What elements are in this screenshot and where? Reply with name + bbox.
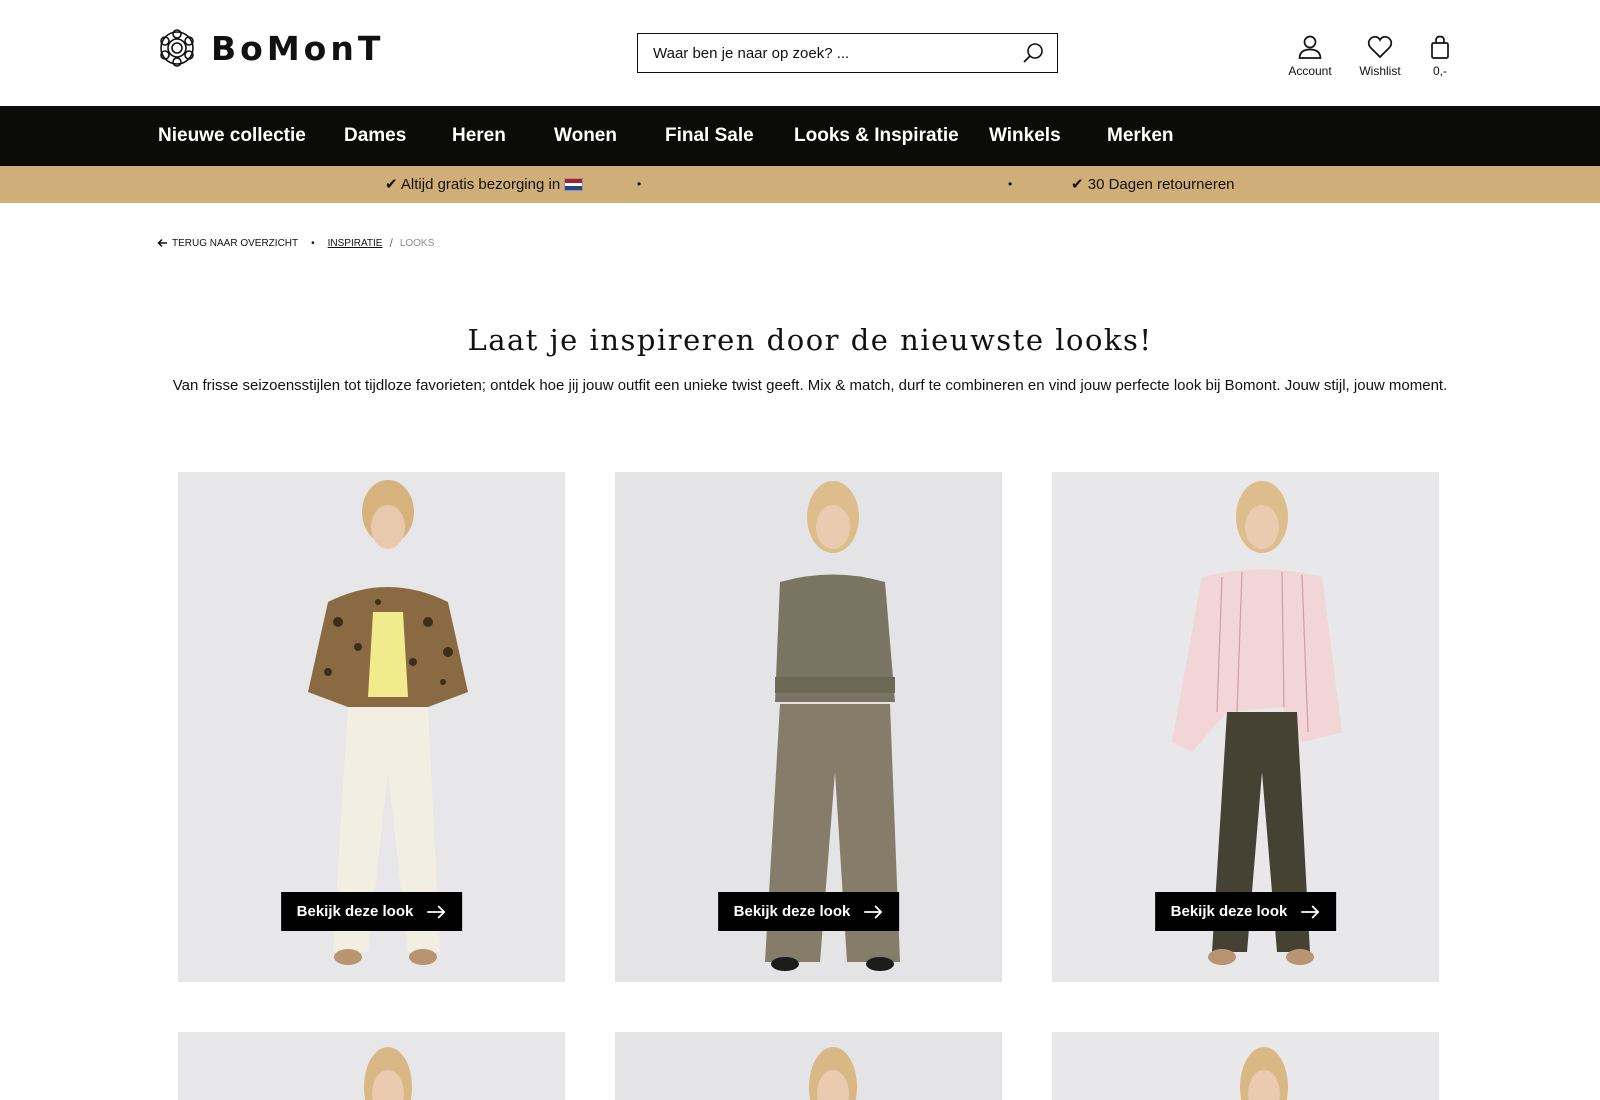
view-look-button-label: Bekijk deze look [1170,903,1288,920]
account-button[interactable]: Account [1280,34,1340,78]
look-card-5[interactable] [615,1032,1002,1100]
dutch-flag-icon [564,178,584,191]
nav-item-nieuwe-collectie[interactable]: Nieuwe collectie [158,106,306,166]
nav-item-dames[interactable]: Dames [344,106,406,166]
breadcrumb-slash: / [389,236,393,250]
usp-free-shipping-text: ✔ Altijd gratis bezorging in [385,176,561,193]
view-look-button[interactable]: Bekijk deze look [1154,892,1337,931]
look-card-3[interactable]: Bekijk deze look [1052,472,1439,982]
logo[interactable]: BoMonT [157,26,384,70]
breadcrumb: Terug naar overzicht • Inspiratie / Look… [157,236,434,250]
arrow-left-icon [157,238,167,248]
usp-separator: • [1008,177,1013,191]
nav-item-merken[interactable]: Merken [1107,106,1174,166]
nav-item-final-sale[interactable]: Final Sale [665,106,754,166]
look-card-1[interactable]: Bekijk deze look [178,472,565,982]
look-card-4[interactable] [178,1032,565,1100]
logo-mark-icon [160,29,194,67]
back-to-overview-link[interactable]: Terug naar overzicht [172,238,298,249]
arrow-right-icon [427,904,446,919]
breadcrumb-separator: • [311,237,315,249]
heart-icon [1367,35,1393,59]
wishlist-button[interactable]: Wishlist [1350,34,1410,78]
view-look-button-label: Bekijk deze look [296,903,414,920]
look-photo [178,1032,565,1100]
wishlist-label: Wishlist [1359,64,1401,78]
account-label: Account [1288,64,1332,78]
breadcrumb-current: Looks [399,237,435,249]
cart-button[interactable]: 0,- [1420,34,1460,78]
view-look-button[interactable]: Bekijk deze look [717,892,900,931]
search-box[interactable]: Waar ben je naar op zoek? ... [637,33,1058,73]
arrow-right-icon [1301,904,1320,919]
view-look-button-label: Bekijk deze look [733,903,851,920]
main-navigation: Nieuwe collectie Dames Heren Wonen Final… [0,106,1600,166]
header-actions: Account Wishlist 0,- [1280,34,1460,78]
look-card-6[interactable] [1052,1032,1439,1100]
shopping-bag-icon [1431,35,1449,59]
search-icon[interactable] [1021,41,1045,65]
view-look-button[interactable]: Bekijk deze look [280,892,463,931]
look-photo [1052,1032,1439,1100]
search-input[interactable]: Waar ben je naar op zoek? ... [653,45,1021,62]
usp-free-shipping: ✔ Altijd gratis bezorging in [385,166,584,203]
arrow-right-icon [864,904,883,919]
nav-item-winkels[interactable]: Winkels [989,106,1061,166]
page-title: Laat je inspireren door de nieuwste look… [467,323,1153,357]
nav-item-wonen[interactable]: Wonen [554,106,617,166]
site-header: BoMonT Waar ben je naar op zoek? ... Acc… [0,0,1600,106]
cart-total: 0,- [1432,64,1447,78]
user-icon [1298,35,1322,59]
usp-bar: ✔ Altijd gratis bezorging in • • ✔ 30 Da… [0,166,1600,203]
logo-text: BoMonT [211,28,385,68]
usp-returns: ✔ 30 Dagen retourneren [1071,176,1235,193]
look-photo [615,1032,1002,1100]
look-card-2[interactable]: Bekijk deze look [615,472,1002,982]
page-intro-text: Van frisse seizoensstijlen tot tijdloze … [172,377,1448,394]
nav-item-looks-inspiratie[interactable]: Looks & Inspiratie [794,106,959,166]
nav-item-heren[interactable]: Heren [452,106,506,166]
breadcrumb-inspiratie-link[interactable]: Inspiratie [328,238,383,249]
usp-separator: • [637,177,642,191]
